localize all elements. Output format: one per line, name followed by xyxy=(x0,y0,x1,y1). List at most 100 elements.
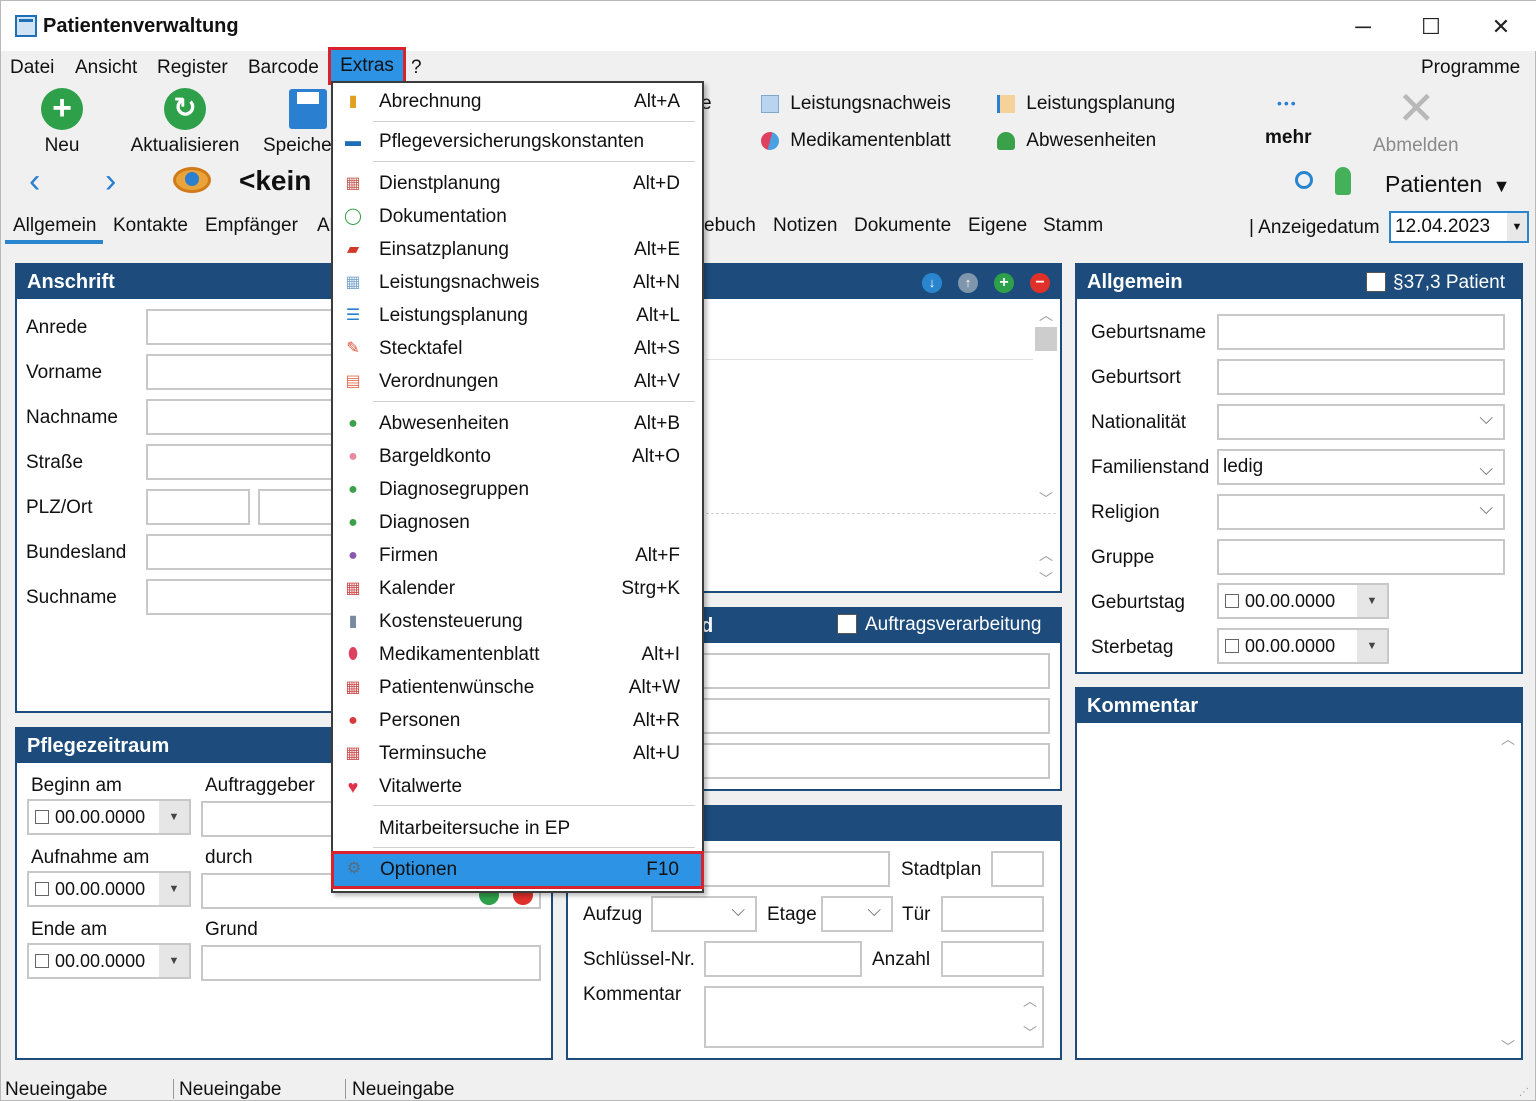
menu-item-kalender[interactable]: ▦ Kalender Strg+K xyxy=(333,572,702,605)
geburtstag-date[interactable]: 00.00.0000 ▼ xyxy=(1217,583,1389,619)
plz-field[interactable] xyxy=(146,489,250,525)
menu-item-abwesenheiten[interactable]: ● Abwesenheiten Alt+B xyxy=(333,407,702,440)
chevron-down-icon[interactable]: ▼ xyxy=(159,801,189,833)
kommentar-field[interactable] xyxy=(704,986,1044,1048)
menu-item-vitalwerte[interactable]: ♥ Vitalwerte xyxy=(333,770,702,803)
minimize-button[interactable]: ─ xyxy=(1343,13,1383,41)
plus-icon[interactable]: + xyxy=(41,88,83,130)
anrede-field[interactable] xyxy=(146,309,336,345)
tab-dokumente[interactable]: Dokumente xyxy=(854,213,951,239)
close-button[interactable]: ✕ xyxy=(1481,13,1521,41)
menu-help[interactable]: ? xyxy=(411,55,422,81)
grund-field[interactable] xyxy=(201,945,541,981)
geburtsname-field[interactable] xyxy=(1217,314,1505,350)
move-down-icon[interactable]: ↓ xyxy=(922,273,942,293)
menu-item-medikamentenblatt[interactable]: ⬮ Medikamentenblatt Alt+I xyxy=(333,638,702,671)
menu-item-dokumentation[interactable]: ◯ Dokumentation xyxy=(333,200,702,233)
scrollbar-thumb[interactable] xyxy=(1035,327,1057,351)
more-dots-icon[interactable]: ••• xyxy=(1277,95,1298,111)
maximize-button[interactable]: ☐ xyxy=(1411,13,1451,41)
aufnahme-checkbox[interactable] xyxy=(35,882,49,896)
menu-item-kostensteuerung[interactable]: ▮ Kostensteuerung xyxy=(333,605,702,638)
suchname-field[interactable] xyxy=(146,579,336,615)
tuer-field[interactable] xyxy=(941,896,1044,932)
chevron-down-icon[interactable]: ▼ xyxy=(1357,585,1387,617)
menu-item-mitarbeitersuche[interactable]: Mitarbeitersuche in EP xyxy=(333,812,702,845)
chevron-down-icon[interactable]: ▼ xyxy=(1357,630,1387,662)
auftragsverarbeitung-checkbox[interactable] xyxy=(837,614,857,634)
ende-checkbox[interactable] xyxy=(35,954,49,968)
beginn-checkbox[interactable] xyxy=(35,810,49,824)
menu-item-patientenwuensche[interactable]: ▦ Patientenwünsche Alt+W xyxy=(333,671,702,704)
chevron-down-icon[interactable]: ▼ xyxy=(159,873,189,905)
menu-item-verordnungen[interactable]: ▤ Verordnungen Alt+V xyxy=(333,365,702,398)
menu-item-optionen[interactable]: ⚙ Optionen F10 xyxy=(331,851,704,889)
strasse-field[interactable] xyxy=(146,444,336,480)
patient-37-checkbox[interactable] xyxy=(1366,272,1386,292)
menu-ansicht[interactable]: Ansicht xyxy=(75,55,137,81)
scroll-down-icon[interactable]: ﹀ xyxy=(1039,489,1053,509)
stadtplan-field[interactable] xyxy=(991,851,1044,887)
search-icon[interactable] xyxy=(1295,171,1313,189)
aufnahme-date[interactable]: 00.00.0000 ▼ xyxy=(27,871,191,907)
anzahl-field[interactable] xyxy=(941,941,1044,977)
display-date-input[interactable]: 12.04.2023 ▼ xyxy=(1389,211,1529,243)
scroll-up-icon[interactable]: ︿ xyxy=(1039,545,1053,565)
scroll-up-icon[interactable]: ︿ xyxy=(1023,991,1037,1011)
menu-programme[interactable]: Programme xyxy=(1421,55,1520,81)
forward-arrow-icon[interactable]: › xyxy=(105,161,116,201)
schluessel-field[interactable] xyxy=(704,941,862,977)
religion-select[interactable] xyxy=(1217,494,1505,530)
medikamentenblatt-button[interactable]: Medikamentenblatt xyxy=(757,128,951,154)
resize-grip-icon[interactable]: ⋰ xyxy=(1519,1087,1529,1098)
scroll-up-icon[interactable]: ︿ xyxy=(1039,305,1053,325)
person-icon[interactable] xyxy=(1335,167,1351,195)
aufzug-select[interactable] xyxy=(651,896,757,932)
scroll-down-icon[interactable]: ﹀ xyxy=(1023,1023,1037,1043)
geburtsort-field[interactable] xyxy=(1217,359,1505,395)
scroll-down-icon[interactable]: ﹀ xyxy=(1501,1037,1515,1057)
tab-partial-ebuch[interactable]: ebuch xyxy=(704,213,756,239)
beginn-date[interactable]: 00.00.0000 ▼ xyxy=(27,799,191,835)
menu-item-dienstplanung[interactable]: ▦ Dienstplanung Alt+D xyxy=(333,167,702,200)
menu-item-firmen[interactable]: ● Firmen Alt+F xyxy=(333,539,702,572)
tab-stamm[interactable]: Stamm xyxy=(1043,213,1103,239)
geburtstag-checkbox[interactable] xyxy=(1225,594,1239,608)
tab-eigene[interactable]: Eigene xyxy=(968,213,1027,239)
menu-datei[interactable]: Datei xyxy=(10,55,54,81)
menu-item-leistungsplanung[interactable]: ☰ Leistungsplanung Alt+L xyxy=(333,299,702,332)
sterbetag-date[interactable]: 00.00.0000 ▼ xyxy=(1217,628,1389,664)
nationalitaet-select[interactable] xyxy=(1217,404,1505,440)
chevron-down-icon[interactable]: ▼ xyxy=(1507,213,1527,241)
remove-icon[interactable]: − xyxy=(1030,273,1050,293)
abwesenheiten-button[interactable]: Abwesenheiten xyxy=(997,129,1156,153)
gruppe-field[interactable] xyxy=(1217,539,1505,575)
save-button[interactable]: Speiche xyxy=(263,135,332,157)
auftraggeber-field[interactable] xyxy=(201,801,336,837)
tab-allgemein[interactable]: Allgemein xyxy=(13,213,96,239)
chevron-down-icon[interactable]: ▼ xyxy=(159,945,189,977)
menu-item-terminsuche[interactable]: ▦ Terminsuche Alt+U xyxy=(333,737,702,770)
menu-item-stecktafel[interactable]: ✎ Stecktafel Alt+S xyxy=(333,332,702,365)
menu-extras[interactable]: Extras xyxy=(328,47,406,85)
more-button[interactable]: mehr xyxy=(1265,127,1311,149)
scroll-up-icon[interactable]: ︿ xyxy=(1501,729,1515,749)
tab-notizen[interactable]: Notizen xyxy=(773,213,837,239)
menu-item-bargeldkonto[interactable]: ● Bargeldkonto Alt+O xyxy=(333,440,702,473)
menu-item-diagnosegruppen[interactable]: ● Diagnosegruppen xyxy=(333,473,702,506)
bundesland-field[interactable] xyxy=(146,534,336,570)
sterbetag-checkbox[interactable] xyxy=(1225,639,1239,653)
add-icon[interactable]: + xyxy=(994,273,1014,293)
etage-select[interactable] xyxy=(821,896,893,932)
tab-kontakte[interactable]: Kontakte xyxy=(113,213,188,239)
menu-item-leistungsnachweis[interactable]: ▦ Leistungsnachweis Alt+N xyxy=(333,266,702,299)
back-arrow-icon[interactable]: ‹ xyxy=(29,161,40,201)
leistungsplanung-button[interactable]: Leistungsplanung xyxy=(997,92,1175,116)
ort-field[interactable] xyxy=(258,489,336,525)
menu-item-einsatzplanung[interactable]: ▰ Einsatzplanung Alt+E xyxy=(333,233,702,266)
save-icon[interactable] xyxy=(289,89,327,129)
address-field[interactable] xyxy=(701,851,890,887)
nachname-field[interactable] xyxy=(146,399,336,435)
ende-date[interactable]: 00.00.0000 ▼ xyxy=(27,943,191,979)
patients-selector[interactable]: Patienten ▼ xyxy=(1385,171,1510,198)
